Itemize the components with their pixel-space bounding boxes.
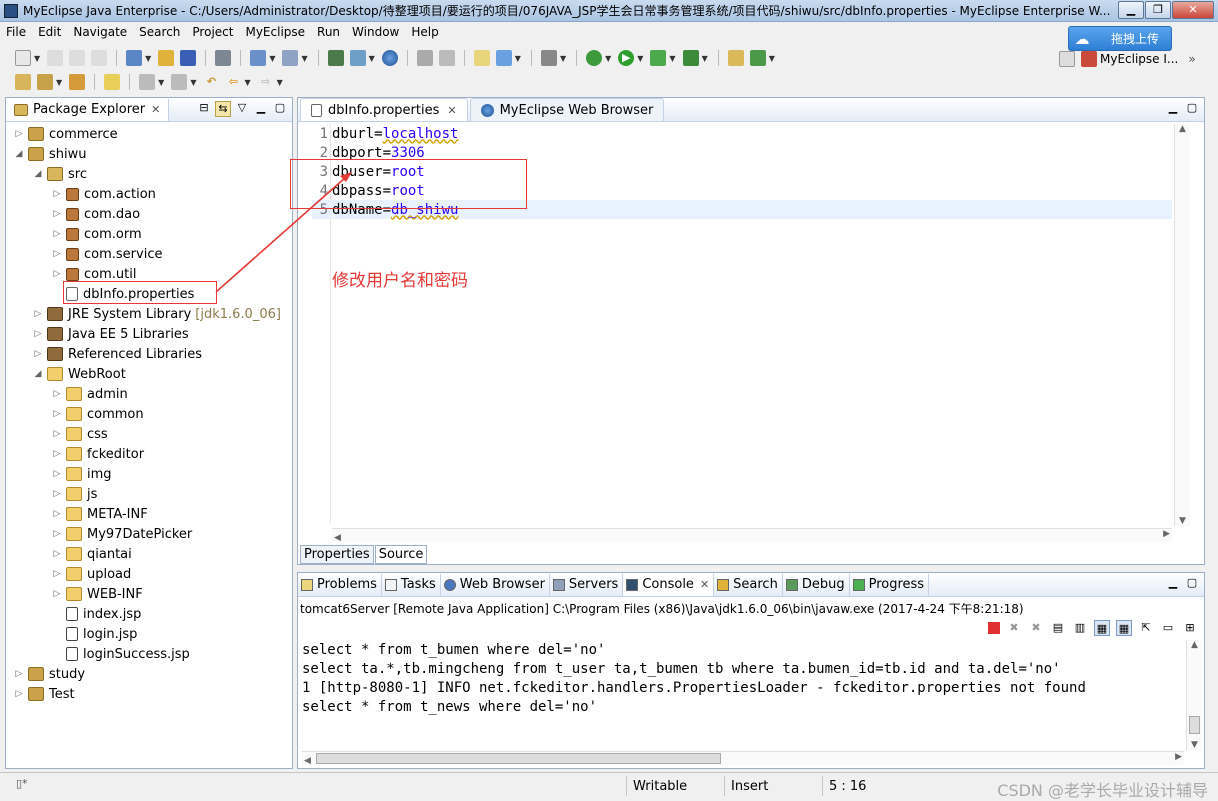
console-output[interactable]: select * from t_bumen where del='no' sele…: [302, 642, 1086, 718]
tab-progress[interactable]: Progress: [850, 573, 930, 596]
open-console-icon[interactable]: ⊞: [1182, 620, 1198, 636]
csdn-watermark: CSDN @老学长毕业设计辅导: [997, 781, 1208, 800]
scroll-thumb[interactable]: [316, 753, 721, 764]
status-writable: Writable: [626, 776, 687, 796]
scroll-right-icon[interactable]: ▶: [1175, 752, 1182, 762]
console-panel: Problems Tasks Web Browser Servers Conso…: [297, 572, 1205, 769]
progress-icon: [852, 578, 865, 591]
console-process-description: tomcat6Server [Remote Java Application] …: [300, 602, 1024, 616]
status-cursor-position: 5 : 16: [822, 776, 866, 796]
tab-label: Console: [642, 577, 694, 592]
terminate-icon[interactable]: [988, 622, 1000, 634]
tasks-icon: [384, 578, 397, 591]
arrow-line: [215, 176, 347, 293]
display-console-icon[interactable]: ▭: [1160, 620, 1176, 636]
show-on-error-icon[interactable]: ▦: [1116, 620, 1132, 636]
new-fast-view-icon[interactable]: ▯*: [16, 777, 28, 790]
maximize-view-icon[interactable]: ▢: [1184, 576, 1200, 592]
console-line: 1 [http-8080-1] INFO net.fckeditor.handl…: [302, 680, 1086, 696]
tab-search[interactable]: Search: [714, 573, 783, 596]
close-icon[interactable]: ✕: [700, 578, 709, 591]
console-tabs: Problems Tasks Web Browser Servers Conso…: [298, 573, 1204, 597]
scroll-left-icon[interactable]: ◀: [304, 756, 311, 766]
remove-all-icon[interactable]: ✖: [1028, 620, 1044, 636]
scroll-thumb[interactable]: [1189, 716, 1200, 734]
tab-label: Debug: [801, 577, 845, 592]
tab-debug[interactable]: Debug: [783, 573, 850, 596]
tab-console[interactable]: Console ✕: [623, 573, 715, 596]
scroll-down-icon[interactable]: ▼: [1187, 740, 1202, 750]
tab-servers[interactable]: Servers: [550, 573, 624, 596]
tab-web-browser-view[interactable]: Web Browser: [441, 573, 550, 596]
scroll-lock-icon[interactable]: ▥: [1072, 620, 1088, 636]
console-icon: [626, 578, 639, 591]
console-line: select * from t_news where del='no': [302, 699, 598, 715]
tab-label: Web Browser: [459, 577, 545, 592]
problems-icon: [301, 578, 313, 591]
tab-tasks[interactable]: Tasks: [382, 573, 441, 596]
tab-label: Problems: [317, 577, 377, 592]
servers-icon: [552, 578, 565, 591]
scroll-up-icon[interactable]: ▲: [1187, 640, 1202, 650]
tab-problems[interactable]: Problems: [298, 573, 382, 596]
status-insert-mode: Insert: [724, 776, 768, 796]
status-bar: ▯* Writable Insert 5 : 16 CSDN @老学长毕业设计辅…: [0, 772, 1218, 800]
minimize-view-icon[interactable]: ▁: [1165, 576, 1181, 592]
show-on-output-icon[interactable]: ▦: [1094, 620, 1110, 636]
console-horizontal-scrollbar[interactable]: ◀ ▶: [302, 751, 1184, 766]
remove-launch-icon[interactable]: ✖: [1006, 620, 1022, 636]
tab-label: Servers: [568, 577, 619, 592]
console-toolbar: ✖ ✖ ▤ ▥ ▦ ▦ ⇱ ▭ ⊞: [982, 620, 1198, 636]
tab-label: Search: [733, 577, 778, 592]
search-icon: [717, 578, 730, 591]
console-view-buttons: ▁ ▢: [1162, 576, 1200, 592]
console-line: select * from t_bumen where del='no': [302, 642, 606, 658]
tab-label: Tasks: [400, 577, 436, 592]
tab-label: Progress: [868, 577, 925, 592]
console-vertical-scrollbar[interactable]: ▲ ▼: [1186, 640, 1202, 750]
console-line: select ta.*,tb.mingcheng from t_user ta,…: [302, 661, 1061, 677]
pin-console-icon[interactable]: ⇱: [1138, 620, 1154, 636]
clear-console-icon[interactable]: ▤: [1050, 620, 1066, 636]
globe-icon: [443, 578, 456, 591]
debug-icon: [785, 578, 798, 591]
